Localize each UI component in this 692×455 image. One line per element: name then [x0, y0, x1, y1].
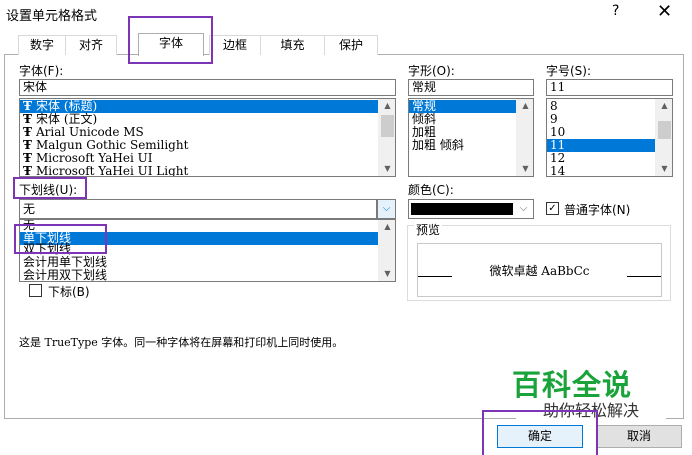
scroll-up-icon[interactable]: ▲: [379, 99, 395, 113]
size-list-item[interactable]: 14: [547, 165, 655, 177]
underline-select[interactable]: 无: [19, 199, 377, 219]
scroll-down-icon[interactable]: ▼: [656, 162, 672, 176]
tab-border[interactable]: 边框: [209, 35, 261, 55]
cancel-button[interactable]: 取消: [596, 425, 682, 448]
dialog-title: 设置单元格格式: [6, 9, 98, 24]
underline-option[interactable]: 会计用双下划线: [20, 269, 378, 282]
preview-text: 微软卓越 AaBbCc: [489, 264, 590, 278]
normal-font-label: 普通字体(N): [564, 203, 631, 217]
size-list-item[interactable]: 8: [547, 100, 655, 113]
style-input[interactable]: 常规: [408, 79, 534, 96]
subscript-checkbox[interactable]: [29, 284, 42, 297]
style-list-scrollbar[interactable]: ▲ ▼: [516, 99, 533, 176]
tab-alignment[interactable]: 对齐: [65, 35, 117, 55]
watermark-title: 百科全说: [512, 368, 633, 402]
font-list-scrollbar[interactable]: ▲ ▼: [378, 99, 395, 176]
color-swatch: [411, 203, 513, 215]
style-label: 字形(O):: [408, 64, 455, 78]
close-icon[interactable]: ✕: [657, 1, 672, 22]
preview-box: 微软卓越 AaBbCc: [417, 243, 662, 297]
help-icon[interactable]: ?: [612, 3, 619, 19]
scroll-thumb[interactable]: [381, 115, 394, 137]
font-label: 字体(F):: [19, 64, 64, 78]
font-input[interactable]: 宋体: [19, 79, 396, 96]
normal-font-checkbox[interactable]: ✓: [546, 202, 559, 215]
style-list-item[interactable]: 加粗 倾斜: [409, 139, 516, 152]
style-list[interactable]: 常规 倾斜 加粗 加粗 倾斜 ▲ ▼: [408, 98, 534, 177]
ok-highlight-box: [482, 410, 598, 455]
scroll-up-icon[interactable]: ▲: [517, 99, 533, 113]
subscript-label: 下标(B): [48, 285, 90, 299]
scroll-down-icon[interactable]: ▼: [517, 162, 533, 176]
scroll-up-icon[interactable]: ▲: [379, 220, 395, 234]
chevron-down-icon[interactable]: ⌵: [514, 200, 533, 218]
tab-number[interactable]: 数字: [18, 35, 66, 55]
font-list[interactable]: Ŧ 宋体 (标题) Ŧ 宋体 (正文) Ŧ Arial Unicode MS Ŧ Mal…: [19, 98, 396, 177]
font-description: 这是 TrueType 字体。同一种字体将在屏幕和打印机上同时使用。: [19, 336, 344, 349]
font-list-item[interactable]: Ŧ Microsoft YaHei UI Light: [20, 165, 378, 177]
color-label: 颜色(C):: [408, 183, 454, 197]
scroll-down-icon[interactable]: ▼: [379, 267, 395, 281]
underline-label-highlight-box: [13, 177, 87, 199]
scroll-thumb[interactable]: [658, 121, 671, 139]
scroll-up-icon[interactable]: ▲: [656, 99, 672, 113]
chevron-down-icon[interactable]: ⌵: [377, 199, 396, 219]
size-label: 字号(S):: [546, 64, 592, 78]
underline-list-scrollbar[interactable]: ▲ ▼: [378, 220, 395, 281]
tab-fill[interactable]: 填充: [260, 35, 325, 55]
scroll-down-icon[interactable]: ▼: [379, 162, 395, 176]
tab-font[interactable]: 字体: [138, 33, 204, 56]
color-picker[interactable]: ⌵: [408, 199, 534, 219]
size-list-scrollbar[interactable]: ▲ ▼: [655, 99, 672, 176]
size-list[interactable]: 8 9 10 11 12 14 ▲ ▼: [546, 98, 673, 177]
tab-protection[interactable]: 保护: [324, 35, 378, 55]
truetype-icon: Ŧ: [23, 164, 32, 177]
preview-label: 预览: [414, 221, 443, 238]
tab-bar: 数字 对齐 字体 边框 填充 保护: [4, 33, 684, 56]
size-input[interactable]: 11: [546, 79, 673, 96]
option-highlight-box: [14, 224, 107, 254]
